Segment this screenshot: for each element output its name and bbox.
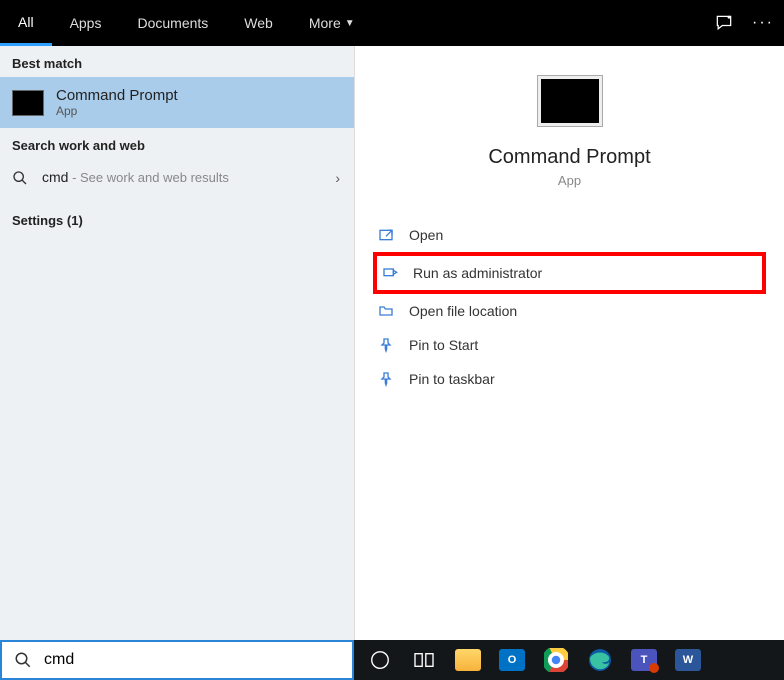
action-pin-to-taskbar[interactable]: Pin to taskbar — [373, 362, 766, 396]
action-open[interactable]: Open — [373, 218, 766, 252]
pin-taskbar-icon — [377, 371, 395, 387]
shield-icon — [381, 265, 399, 281]
search-box[interactable] — [0, 640, 354, 680]
best-match-header: Best match — [0, 46, 354, 77]
search-work-web-header: Search work and web — [0, 128, 354, 159]
tab-apps[interactable]: Apps — [52, 0, 120, 46]
tab-documents[interactable]: Documents — [119, 0, 226, 46]
open-icon — [377, 227, 395, 243]
tab-all[interactable]: All — [0, 0, 52, 46]
detail-subtitle: App — [558, 173, 581, 188]
feedback-icon[interactable] — [714, 13, 734, 33]
action-open-file-location[interactable]: Open file location — [373, 294, 766, 328]
task-view-icon[interactable] — [404, 640, 444, 680]
action-pin-taskbar-label: Pin to taskbar — [409, 371, 495, 387]
pin-icon — [377, 337, 395, 353]
tab-more[interactable]: More ▼ — [291, 0, 373, 46]
file-explorer-icon[interactable] — [448, 640, 488, 680]
word-icon[interactable]: W — [668, 640, 708, 680]
results-panel: Best match Command Prompt App Search wor… — [0, 46, 354, 640]
search-web-result[interactable]: cmd - See work and web results › — [0, 159, 354, 197]
action-run-admin-label: Run as administrator — [413, 265, 542, 281]
search-input[interactable] — [44, 651, 340, 669]
tab-web[interactable]: Web — [226, 0, 291, 46]
chevron-down-icon: ▼ — [345, 18, 355, 29]
sww-hint: - See work and web results — [68, 170, 228, 185]
result-subtitle: App — [56, 104, 178, 118]
taskbar: O T W — [354, 640, 784, 680]
settings-header[interactable]: Settings (1) — [0, 197, 354, 234]
search-filter-tabs: All Apps Documents Web More ▼ ··· — [0, 0, 784, 46]
sww-query: cmd — [42, 169, 68, 185]
action-run-as-administrator[interactable]: Run as administrator — [373, 252, 766, 294]
edge-icon[interactable] — [580, 640, 620, 680]
detail-title: Command Prompt — [488, 146, 650, 169]
ellipsis-icon[interactable]: ··· — [752, 14, 774, 32]
action-open-label: Open — [409, 227, 443, 243]
command-prompt-large-icon — [538, 76, 602, 126]
best-match-result[interactable]: Command Prompt App — [0, 77, 354, 128]
search-icon — [14, 651, 32, 669]
result-title: Command Prompt — [56, 87, 178, 104]
cortana-icon[interactable] — [360, 640, 400, 680]
teams-icon[interactable]: T — [624, 640, 664, 680]
outlook-icon[interactable]: O — [492, 640, 532, 680]
folder-icon — [377, 303, 395, 319]
action-pin-start-label: Pin to Start — [409, 337, 478, 353]
tab-more-label: More — [309, 15, 341, 31]
action-pin-to-start[interactable]: Pin to Start — [373, 328, 766, 362]
action-open-loc-label: Open file location — [409, 303, 517, 319]
chrome-icon[interactable] — [536, 640, 576, 680]
chevron-right-icon: › — [335, 170, 340, 186]
command-prompt-icon — [12, 90, 44, 116]
search-icon — [12, 170, 30, 186]
detail-panel: Command Prompt App Open Run as administr… — [354, 46, 784, 640]
